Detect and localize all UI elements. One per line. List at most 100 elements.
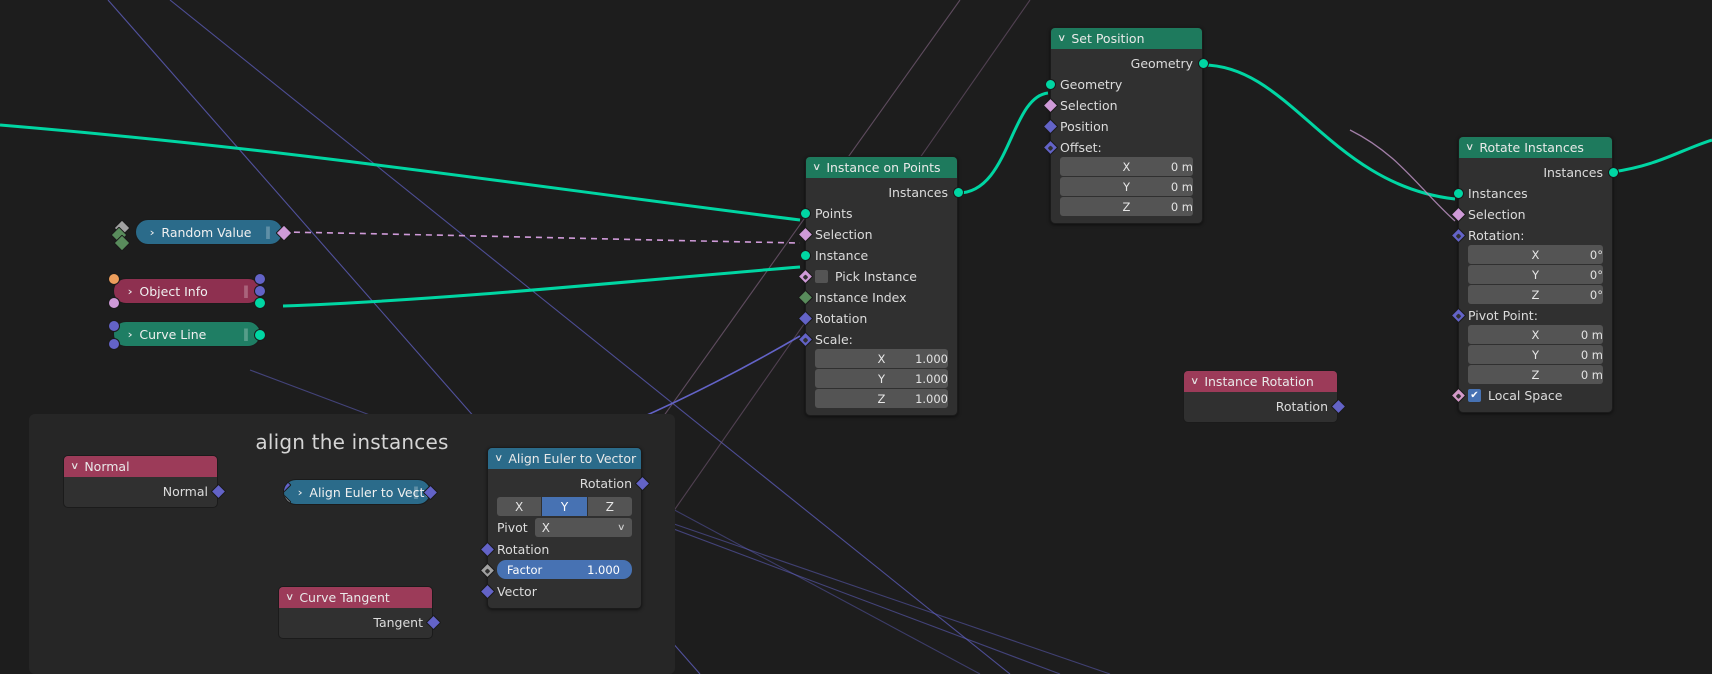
- node-header[interactable]: ∨ Instance on Points: [806, 157, 957, 178]
- pivot-field-z[interactable]: Z 0 m: [1468, 365, 1603, 384]
- socket-row-position[interactable]: Position: [1042, 116, 1202, 137]
- expand-chevron-icon[interactable]: ›: [128, 328, 133, 341]
- node-instance-rotation[interactable]: ∨ Instance Rotation Rotation: [1183, 370, 1346, 423]
- socket-pivot-point[interactable]: [1450, 307, 1466, 323]
- node-instance-on-points[interactable]: ∨ Instance on Points Instances Points Se…: [797, 156, 964, 416]
- node-set-position[interactable]: ∨ Set Position Geometry Geometry Selecti…: [1042, 27, 1209, 224]
- node-grip-icon[interactable]: ‖: [243, 327, 249, 341]
- socket-row-rotation-out[interactable]: Rotation: [488, 473, 650, 494]
- socket-object-info-location[interactable]: [254, 273, 266, 285]
- collapse-chevron-icon[interactable]: ∨: [1465, 142, 1474, 153]
- rotation-field-x[interactable]: X 0°: [1468, 245, 1603, 264]
- offset-field-x[interactable]: X 0 m: [1060, 157, 1193, 176]
- socket-object-info-as-instance[interactable]: [108, 297, 120, 309]
- scale-field-y[interactable]: Y 1.000: [815, 369, 948, 388]
- socket-scale[interactable]: [797, 331, 813, 347]
- node-random-value[interactable]: › Random Value ‖: [110, 219, 293, 252]
- socket-row-pick-instance[interactable]: Pick Instance: [797, 266, 957, 287]
- pivot-field-x[interactable]: X 0 m: [1468, 325, 1603, 344]
- socket-rotation[interactable]: [1450, 227, 1466, 243]
- socket-row-selection[interactable]: Selection: [1042, 95, 1202, 116]
- socket-instances-output[interactable]: [1607, 167, 1619, 178]
- socket-row-rotation-out[interactable]: Rotation: [1184, 396, 1346, 417]
- socket-row-pivot-point[interactable]: Pivot Point:: [1450, 305, 1612, 325]
- node-grip-icon[interactable]: ‖: [243, 284, 249, 298]
- node-header[interactable]: ∨ Curve Tangent: [279, 587, 432, 608]
- socket-curve-line-start[interactable]: [108, 320, 120, 332]
- socket-geometry-output[interactable]: [1197, 58, 1209, 69]
- pick-instance-checkbox[interactable]: [815, 270, 828, 283]
- socket-rotation[interactable]: [797, 310, 813, 327]
- scale-field-x[interactable]: X 1.000: [815, 349, 948, 368]
- socket-row-selection[interactable]: Selection: [1450, 204, 1612, 225]
- socket-instances[interactable]: [1452, 188, 1464, 199]
- offset-field-z[interactable]: Z 0 m: [1060, 197, 1193, 216]
- node-header[interactable]: ∨ Set Position: [1051, 28, 1202, 49]
- socket-row-scale[interactable]: Scale:: [797, 329, 957, 349]
- node-align-euler-to-vector-collapsed[interactable]: › Align Euler to Vector ‖: [283, 479, 431, 505]
- socket-row-instances-in[interactable]: Instances: [1452, 183, 1612, 204]
- node-editor-canvas[interactable]: align the instances › Random Value ‖ › O…: [0, 0, 1712, 674]
- socket-geometry[interactable]: [1044, 79, 1056, 90]
- collapse-chevron-icon[interactable]: ∨: [494, 453, 503, 464]
- socket-selection[interactable]: [1450, 206, 1466, 223]
- socket-row-offset[interactable]: Offset:: [1042, 137, 1202, 157]
- socket-points[interactable]: [799, 208, 811, 219]
- socket-random-value-out[interactable]: [275, 224, 293, 242]
- socket-pick-instance[interactable]: [797, 268, 813, 285]
- socket-align-euler-collapsed-in-2[interactable]: [284, 493, 292, 504]
- collapse-chevron-icon[interactable]: ∨: [1190, 376, 1199, 387]
- socket-row-instances-out[interactable]: Instances: [1459, 162, 1619, 183]
- socket-row-normal-out[interactable]: Normal: [64, 481, 226, 502]
- pivot-row[interactable]: Pivot X ∨: [488, 518, 641, 537]
- socket-row-instances-out[interactable]: Instances: [806, 182, 964, 203]
- socket-row-instance[interactable]: Instance: [799, 245, 957, 266]
- scale-field-z[interactable]: Z 1.000: [815, 389, 948, 408]
- socket-row-rotation[interactable]: Rotation:: [1450, 225, 1612, 245]
- collapse-chevron-icon[interactable]: ∨: [812, 162, 821, 173]
- axis-toggle-group[interactable]: X Y Z: [488, 497, 641, 516]
- node-normal[interactable]: ∨ Normal Normal: [63, 455, 226, 508]
- socket-row-geometry-in[interactable]: Geometry: [1044, 74, 1202, 95]
- socket-row-instance-index[interactable]: Instance Index: [797, 287, 957, 308]
- node-header[interactable]: ∨ Normal: [64, 456, 217, 477]
- expand-chevron-icon[interactable]: ›: [298, 486, 303, 499]
- socket-row-rotation-in[interactable]: Rotation: [479, 539, 641, 560]
- node-header[interactable]: ∨ Instance Rotation: [1184, 371, 1337, 392]
- axis-toggle-x[interactable]: X: [497, 497, 542, 516]
- rotation-field-z[interactable]: Z 0°: [1468, 285, 1603, 304]
- socket-row-selection[interactable]: Selection: [797, 224, 957, 245]
- expand-chevron-icon[interactable]: ›: [150, 226, 155, 239]
- collapse-chevron-icon[interactable]: ∨: [70, 461, 79, 472]
- expand-chevron-icon[interactable]: ›: [128, 285, 133, 298]
- node-header[interactable]: ∨ Align Euler to Vector: [488, 448, 641, 469]
- node-grip-icon[interactable]: ‖: [265, 225, 271, 239]
- socket-object-info-rotation[interactable]: [254, 285, 266, 297]
- socket-row-tangent-out[interactable]: Tangent: [279, 612, 441, 633]
- socket-instances-output[interactable]: [952, 187, 964, 198]
- pivot-dropdown[interactable]: X ∨: [534, 518, 632, 537]
- collapse-chevron-icon[interactable]: ∨: [285, 592, 294, 603]
- socket-rotation-output[interactable]: [1330, 398, 1346, 415]
- factor-slider[interactable]: Factor 1.000: [497, 560, 632, 579]
- axis-toggle-z[interactable]: Z: [587, 497, 632, 516]
- offset-field-y[interactable]: Y 0 m: [1060, 177, 1193, 196]
- socket-local-space[interactable]: [1450, 387, 1466, 404]
- axis-toggle-y[interactable]: Y: [542, 497, 587, 516]
- socket-row-geometry-out[interactable]: Geometry: [1051, 53, 1209, 74]
- collapse-chevron-icon[interactable]: ∨: [1057, 33, 1066, 44]
- pivot-field-y[interactable]: Y 0 m: [1468, 345, 1603, 364]
- node-grip-icon[interactable]: ‖: [413, 485, 419, 499]
- node-object-info[interactable]: › Object Info ‖: [108, 273, 266, 309]
- socket-curve-line-curve[interactable]: [254, 329, 266, 341]
- node-curve-tangent[interactable]: ∨ Curve Tangent Tangent: [278, 586, 441, 639]
- socket-selection[interactable]: [1042, 97, 1058, 114]
- node-align-euler-to-vector[interactable]: ∨ Align Euler to Vector Rotation X Y Z P…: [479, 447, 650, 609]
- socket-object-info-geometry[interactable]: [254, 297, 266, 309]
- node-header[interactable]: ∨ Rotate Instances: [1459, 137, 1612, 158]
- socket-selection[interactable]: [797, 226, 813, 243]
- socket-object-info-object[interactable]: [108, 273, 120, 285]
- socket-position[interactable]: [1042, 118, 1058, 135]
- socket-align-euler-collapsed-in-1[interactable]: [284, 480, 292, 494]
- rotation-field-y[interactable]: Y 0°: [1468, 265, 1603, 284]
